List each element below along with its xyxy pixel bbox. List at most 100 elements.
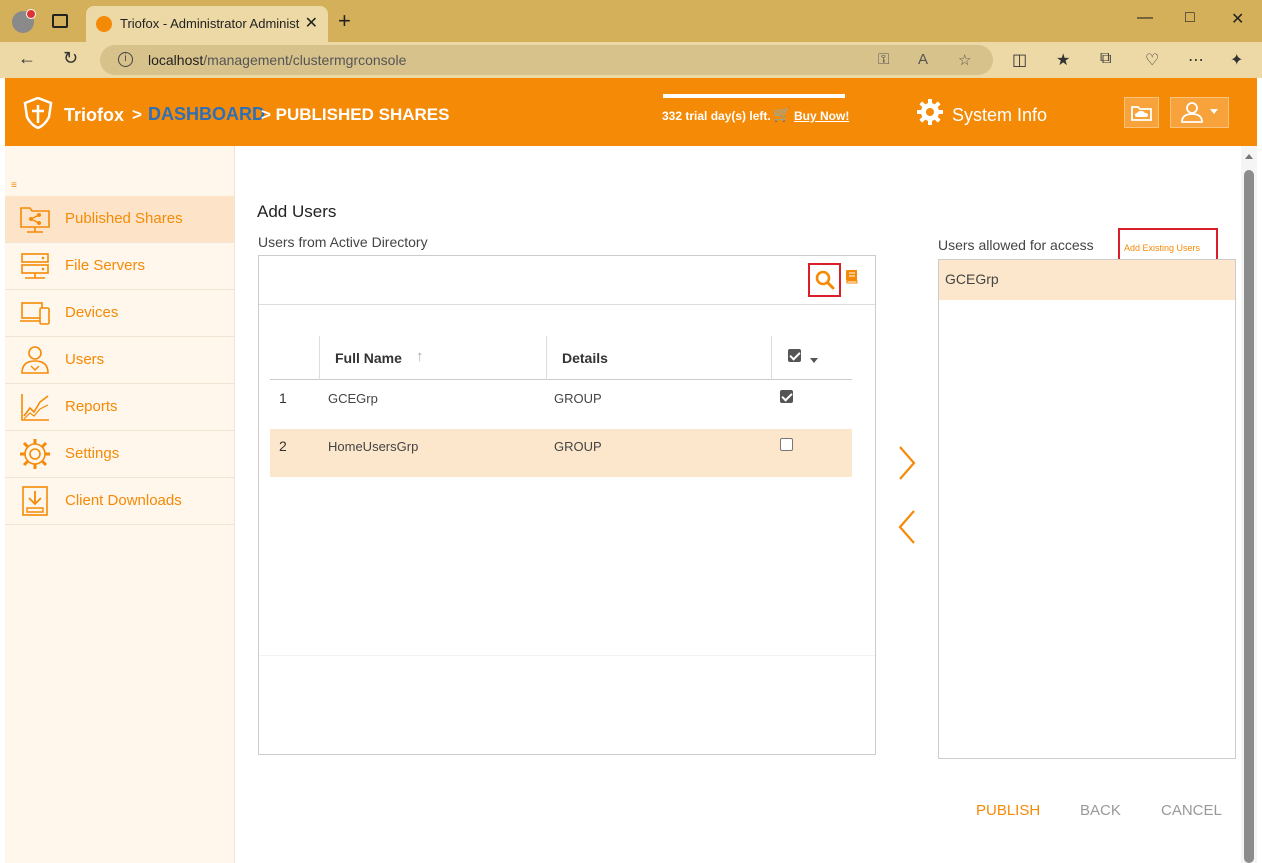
url-text[interactable]: localhost/management/clustermgrconsole	[148, 52, 406, 68]
sidebar-item-users[interactable]: Users	[5, 337, 234, 384]
ad-search-input[interactable]	[265, 264, 805, 296]
tab-actions-icon[interactable]	[52, 14, 68, 28]
scrollbar-thumb[interactable]	[1244, 170, 1254, 863]
favorite-star-icon[interactable]: ☆	[958, 51, 971, 69]
new-tab-button[interactable]: +	[338, 8, 351, 34]
column-label: Details	[562, 350, 608, 366]
row-details: GROUP	[554, 439, 602, 454]
ad-users-label: Users from Active Directory	[258, 234, 428, 250]
url-path: /management/clustermgrconsole	[203, 52, 407, 68]
row-full-name: HomeUsersGrp	[328, 439, 419, 454]
page-title: Add Users	[257, 202, 337, 221]
read-aloud-icon[interactable]: A	[918, 51, 928, 68]
back-button[interactable]: BACK	[1080, 802, 1121, 819]
sidebar-item-reports[interactable]: Reports	[5, 384, 234, 431]
sidebar-item-devices[interactable]: Devices	[5, 290, 234, 337]
sidebar-item-settings[interactable]: Settings	[5, 431, 234, 478]
key-icon[interactable]: ⚿	[878, 51, 889, 68]
table-row[interactable]: 1 GCEGrp GROUP	[270, 381, 852, 429]
table-header: Full Name ↑ Details	[270, 336, 852, 380]
favorites-icon[interactable]: ★	[1056, 50, 1070, 70]
refresh-icon[interactable]: ↻	[63, 48, 78, 69]
allowed-users-label: Users allowed for access	[938, 237, 1094, 253]
chart-icon	[21, 394, 49, 421]
row-number: 2	[279, 438, 287, 454]
publish-button[interactable]: PUBLISH	[976, 802, 1040, 819]
triofox-logo-icon[interactable]	[23, 97, 53, 129]
cancel-button[interactable]: CANCEL	[1161, 802, 1222, 819]
gear-icon[interactable]	[916, 98, 944, 126]
split-screen-icon[interactable]: ◫	[1012, 50, 1027, 70]
address-book-icon[interactable]	[844, 268, 860, 284]
buy-now-link[interactable]: Buy Now!	[794, 109, 849, 123]
gear-icon	[20, 439, 50, 469]
cart-icon[interactable]: 🛒	[773, 106, 790, 123]
breadcrumb-separator: >	[132, 105, 142, 124]
download-icon	[22, 486, 48, 516]
sort-ascending-icon[interactable]: ↑	[416, 348, 424, 365]
sidebar-item-label: Client Downloads	[65, 492, 182, 509]
sidebar-item-label: Devices	[65, 304, 119, 321]
collections-icon[interactable]: ⧉	[1100, 50, 1111, 68]
system-info-link[interactable]: System Info	[952, 105, 1047, 126]
browser-essentials-icon[interactable]: ♡	[1145, 50, 1159, 70]
move-left-arrow-icon[interactable]	[893, 507, 921, 547]
column-header-full-name[interactable]: Full Name ↑	[319, 336, 546, 380]
sidebar-item-label: Users	[65, 351, 105, 368]
chevron-down-icon[interactable]	[810, 358, 818, 363]
server-icon	[21, 253, 49, 279]
ad-users-panel: Full Name ↑ Details 1 GCEGrp GROUP 2 Hom…	[258, 255, 876, 755]
scroll-up-icon[interactable]	[1245, 154, 1253, 159]
trial-progress-bar	[663, 94, 845, 98]
browser-tab-strip: Triofox - Administrator Administra ✕ + —…	[0, 0, 1262, 42]
row-checkbox[interactable]	[780, 390, 793, 403]
row-checkbox[interactable]	[780, 438, 793, 451]
back-arrow-icon[interactable]: ←	[18, 48, 36, 69]
panel-divider	[259, 655, 875, 656]
allowed-user-name: GCEGrp	[945, 271, 999, 287]
cloud-folder-icon	[1131, 106, 1152, 121]
sidebar-item-label: File Servers	[65, 257, 146, 274]
sidebar-nav: ≡ Published Shares File Servers Devices	[5, 146, 235, 863]
more-menu-icon[interactable]: ⋯	[1188, 50, 1204, 70]
brand-name[interactable]: Triofox	[64, 105, 124, 126]
sidebar-item-label: Reports	[65, 398, 118, 415]
sidebar-item-file-servers[interactable]: File Servers	[5, 243, 234, 290]
share-folder-icon	[20, 207, 50, 233]
site-info-icon[interactable]: i	[118, 52, 133, 67]
select-all-checkbox[interactable]	[788, 349, 801, 362]
sidebar-collapse-icon[interactable]: ≡	[11, 180, 17, 191]
column-header-details[interactable]: Details	[546, 336, 771, 380]
allowed-users-panel: GCEGrp	[938, 259, 1236, 759]
page-scrollbar[interactable]	[1241, 146, 1257, 863]
maximize-icon[interactable]: □	[1185, 9, 1195, 27]
app-header: Triofox > DASHBOARD > PUBLISHED SHARES 3…	[5, 78, 1257, 146]
copilot-icon[interactable]: ✦	[1230, 50, 1243, 70]
search-button[interactable]	[808, 263, 841, 297]
user-menu-button[interactable]	[1170, 97, 1229, 128]
list-item[interactable]: GCEGrp	[939, 260, 1235, 300]
row-full-name: GCEGrp	[328, 391, 378, 406]
minimize-icon[interactable]: —	[1137, 9, 1153, 27]
window-close-icon[interactable]: ✕	[1231, 9, 1244, 29]
table-row[interactable]: 2 HomeUsersGrp GROUP	[270, 429, 852, 477]
browser-tab-active[interactable]: Triofox - Administrator Administra ✕	[86, 6, 328, 42]
users-icon	[21, 346, 49, 374]
breadcrumb-dashboard-link[interactable]: DASHBOARD	[148, 104, 265, 125]
sidebar-item-label: Published Shares	[65, 210, 183, 227]
triofox-favicon-icon	[96, 16, 112, 32]
tab-close-icon[interactable]: ✕	[305, 13, 318, 33]
cloud-folder-button[interactable]	[1124, 97, 1159, 128]
breadcrumb-current: > PUBLISHED SHARES	[261, 105, 450, 124]
user-account-icon	[1181, 102, 1218, 123]
sidebar-item-published-shares[interactable]: Published Shares	[5, 196, 234, 243]
move-right-arrow-icon[interactable]	[893, 443, 921, 483]
column-header-select[interactable]	[771, 336, 852, 380]
trial-days-text: 332 trial day(s) left.	[662, 109, 771, 123]
profile-avatar[interactable]	[12, 9, 36, 33]
sidebar-item-client-downloads[interactable]: Client Downloads	[5, 478, 234, 525]
url-bar[interactable]: i localhost/management/clustermgrconsole…	[100, 45, 993, 75]
tab-title: Triofox - Administrator Administra	[120, 16, 300, 31]
ad-search-bar	[259, 256, 875, 305]
address-toolbar: ← ↻ i localhost/management/clustermgrcon…	[0, 42, 1262, 78]
